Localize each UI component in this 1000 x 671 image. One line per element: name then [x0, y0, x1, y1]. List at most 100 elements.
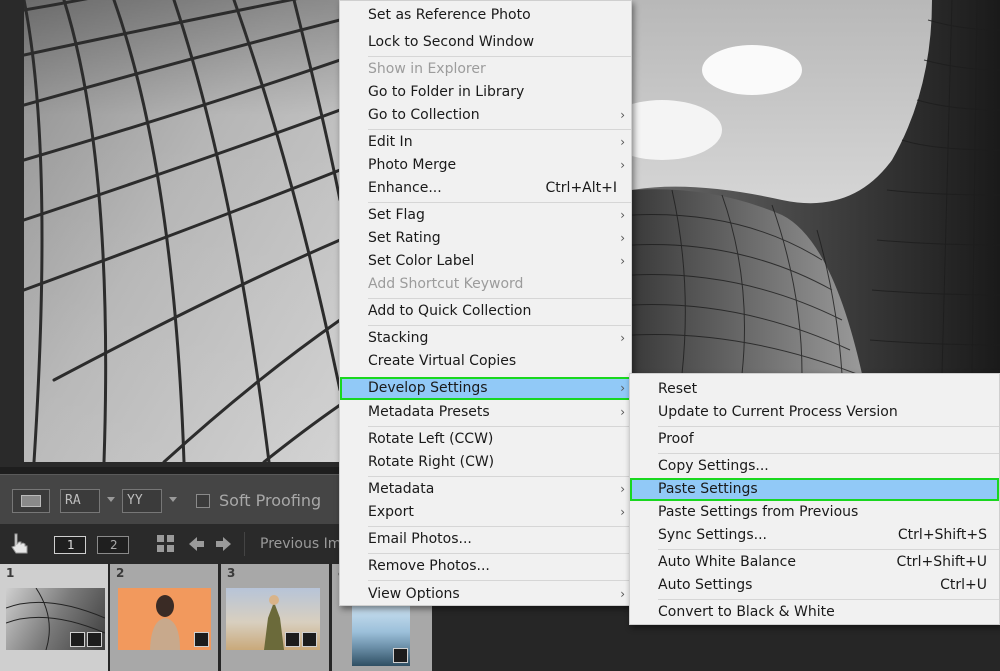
previous-import-label[interactable]: Previous Im [260, 536, 341, 552]
menu-item-label: Metadata [368, 481, 435, 497]
menu-item-enhance[interactable]: Enhance... Ctrl+Alt+I [340, 177, 631, 200]
menu-item-photo-merge[interactable]: Photo Merge › [340, 154, 631, 177]
edit-badge-icon [194, 632, 209, 647]
grid-view-icon[interactable] [156, 534, 176, 554]
context-menu: Set as Reference Photo Lock to Second Wi… [339, 0, 632, 606]
submenu-arrow-icon: › [620, 254, 625, 268]
submenu-item-auto-settings[interactable]: Auto Settings Ctrl+U [630, 574, 999, 597]
thumbnail[interactable] [352, 604, 410, 666]
chevron-down-icon[interactable] [107, 497, 115, 502]
submenu-item-copy-settings[interactable]: Copy Settings... [630, 455, 999, 478]
menu-separator [368, 526, 631, 527]
menu-item-show-in-explorer: Show in Explorer [340, 58, 631, 81]
menu-item-label: Create Virtual Copies [368, 353, 517, 369]
loupe-toolbar: RA YY Soft Proofing [0, 474, 340, 524]
menu-item-remove-photos[interactable]: Remove Photos... [340, 555, 631, 578]
menu-item-view-options[interactable]: View Options › [340, 583, 631, 606]
menu-item-develop-settings[interactable]: Develop Settings › [340, 377, 631, 400]
submenu-item-paste-settings[interactable]: Paste Settings [630, 478, 999, 501]
submenu-item-convert-bw[interactable]: Convert to Black & White [630, 601, 999, 624]
menu-item-label: Paste Settings [658, 481, 758, 497]
menu-separator [368, 325, 631, 326]
menu-item-label: Add Shortcut Keyword [368, 276, 524, 292]
menu-item-label: Rotate Left (CCW) [368, 431, 494, 447]
menu-item-label: Sync Settings... [658, 527, 767, 543]
before-after-ra-button[interactable]: RA [60, 489, 100, 513]
yy-icon: YY [127, 493, 143, 508]
menu-item-label: Reset [658, 381, 698, 397]
menu-separator [658, 453, 999, 454]
menu-item-label: Update to Current Process Version [658, 404, 898, 420]
arrow-right-icon[interactable] [215, 534, 233, 554]
before-after-yy-button[interactable]: YY [122, 489, 162, 513]
thumbnail[interactable] [226, 588, 320, 650]
menu-item-set-color-label[interactable]: Set Color Label › [340, 250, 631, 273]
submenu-arrow-icon: › [620, 482, 625, 496]
submenu-item-auto-white-balance[interactable]: Auto White Balance Ctrl+Shift+U [630, 551, 999, 574]
menu-item-metadata[interactable]: Metadata › [340, 478, 631, 501]
filmstrip-cell[interactable]: 2 [110, 564, 218, 671]
arrow-left-icon[interactable] [187, 534, 205, 554]
menu-item-label: Convert to Black & White [658, 604, 835, 620]
submenu-arrow-icon: › [620, 108, 625, 122]
menu-item-email-photos[interactable]: Email Photos... [340, 528, 631, 551]
menu-separator [368, 426, 631, 427]
building-photo [632, 0, 1000, 374]
menu-item-label: Rotate Right (CW) [368, 454, 495, 470]
submenu-arrow-icon: › [620, 208, 625, 222]
filmstrip-cell[interactable]: 1 [0, 564, 108, 671]
menu-item-add-quick-collection[interactable]: Add to Quick Collection [340, 300, 631, 323]
submenu-item-update-process-version[interactable]: Update to Current Process Version [630, 401, 999, 424]
submenu-item-paste-from-previous[interactable]: Paste Settings from Previous [630, 501, 999, 524]
menu-item-shortcut: Ctrl+Alt+I [545, 180, 617, 196]
menu-item-shortcut: Ctrl+Shift+U [896, 554, 987, 570]
edit-badge-icon [70, 632, 85, 647]
menu-item-label: Stacking [368, 330, 429, 346]
thumbnail[interactable] [6, 588, 105, 650]
menu-item-metadata-presets[interactable]: Metadata Presets › [340, 401, 631, 424]
cell-number: 2 [116, 566, 125, 580]
thumbnail[interactable] [118, 588, 211, 650]
menu-item-label: Export [368, 504, 414, 520]
grid-pattern [24, 0, 340, 462]
menu-separator [368, 476, 631, 477]
menu-item-go-to-folder[interactable]: Go to Folder in Library [340, 81, 631, 104]
menu-item-stacking[interactable]: Stacking › [340, 327, 631, 350]
filmstrip-cell[interactable]: 3 [221, 564, 329, 671]
view-mode-button[interactable] [12, 489, 50, 513]
main-window-button[interactable]: 1 [54, 536, 86, 554]
edit-badge-icon [285, 632, 300, 647]
menu-separator [368, 129, 631, 130]
menu-item-label: Remove Photos... [368, 558, 490, 574]
menu-item-go-to-collection[interactable]: Go to Collection › [340, 104, 631, 127]
menu-item-edit-in[interactable]: Edit In › [340, 131, 631, 154]
menu-item-label: Set Flag [368, 207, 425, 223]
menu-item-rotate-left[interactable]: Rotate Left (CCW) [340, 428, 631, 451]
cell-number: 1 [6, 566, 15, 580]
menu-item-label: Metadata Presets [368, 404, 490, 420]
menu-item-rotate-right[interactable]: Rotate Right (CW) [340, 451, 631, 474]
menu-item-label: Photo Merge [368, 157, 457, 173]
menu-item-label: Edit In [368, 134, 413, 150]
menu-separator [368, 56, 631, 57]
develop-settings-submenu: Reset Update to Current Process Version … [629, 373, 1000, 625]
secondary-window-button[interactable]: 2 [97, 536, 129, 554]
menu-item-export[interactable]: Export › [340, 501, 631, 524]
menu-separator [368, 553, 631, 554]
chevron-down-icon[interactable] [169, 497, 177, 502]
menu-item-label: Go to Collection [368, 107, 480, 123]
submenu-item-sync-settings[interactable]: Sync Settings... Ctrl+Shift+S [630, 524, 999, 547]
menu-item-create-virtual-copies[interactable]: Create Virtual Copies [340, 350, 631, 373]
menu-separator [368, 298, 631, 299]
submenu-item-proof[interactable]: Proof [630, 428, 999, 451]
menu-item-lock-second-window[interactable]: Lock to Second Window [340, 31, 631, 54]
menu-item-label: Lock to Second Window [368, 34, 535, 50]
soft-proofing-checkbox[interactable] [196, 494, 210, 508]
menu-item-set-flag[interactable]: Set Flag › [340, 204, 631, 227]
submenu-item-reset[interactable]: Reset [630, 378, 999, 401]
menu-item-label: View Options [368, 586, 460, 602]
hand-pointer-icon[interactable] [8, 532, 30, 556]
menu-item-set-reference-photo[interactable]: Set as Reference Photo [340, 4, 631, 27]
menu-item-set-rating[interactable]: Set Rating › [340, 227, 631, 250]
menu-item-label: Set Rating [368, 230, 441, 246]
